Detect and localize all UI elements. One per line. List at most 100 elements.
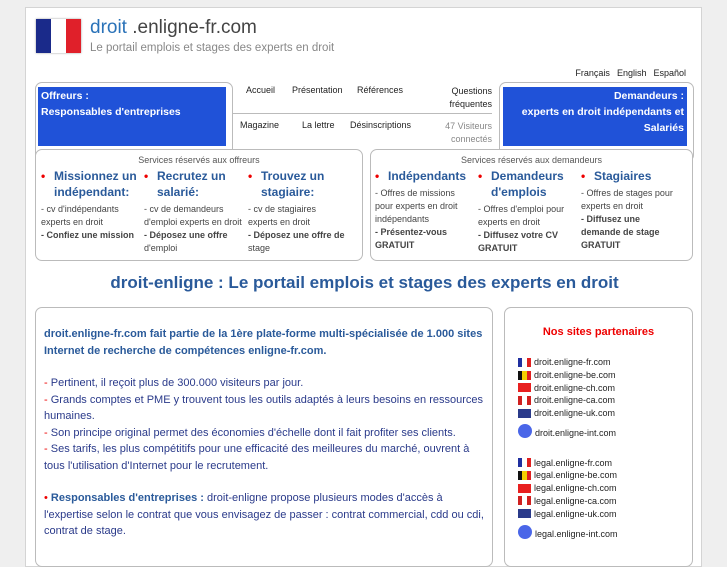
partner-link-label: legal.enligne-ca.com: [534, 495, 617, 506]
partner-link-legal-ch[interactable]: legal.enligne-ch.com: [505, 482, 692, 495]
be-flag-icon: [518, 470, 531, 480]
partner-link-label: legal.enligne-uk.com: [534, 508, 617, 519]
partner-link-legal-fr[interactable]: legal.enligne-fr.com: [505, 456, 692, 469]
service-heading[interactable]: Demandeursd'emplois: [478, 168, 578, 200]
service-line: d'emploi: [144, 243, 178, 253]
service-line: pour experts en droit: [375, 201, 458, 211]
service-line: - Offres d'emploi pour: [478, 204, 565, 214]
partner-link-legal-be[interactable]: legal.enligne-be.com: [505, 469, 692, 482]
offreurs-banner[interactable]: Offreurs : Responsables d'entreprises: [38, 87, 226, 146]
partner-link-droit-fr[interactable]: droit.enligne-fr.com: [505, 356, 692, 369]
partner-link-label: legal.enligne-int.com: [535, 528, 618, 539]
intro-text: droit.enligne-fr.com fait partie de la 1…: [44, 328, 483, 357]
nav-faq[interactable]: Questions fréquentes: [449, 85, 492, 111]
ca-flag-icon: [518, 496, 531, 506]
fr-flag-icon: [518, 458, 531, 468]
service-line: stage: [248, 243, 271, 253]
service-line: experts en droit: [478, 217, 541, 227]
service-col-stagiaires: Stagiaires - Offres de stages pour exper…: [581, 168, 689, 252]
partner-link-label: droit.enligne-ch.com: [534, 382, 616, 393]
ca-flag-icon: [518, 395, 531, 405]
page-heading: droit-enligne : Le portail emplois et st…: [110, 273, 619, 292]
demandeurs-banner[interactable]: Demandeurs : experts en droit indépendan…: [503, 87, 687, 146]
faq-line1: Questions: [451, 86, 492, 96]
partner-link-droit-be[interactable]: droit.enligne-be.com: [505, 369, 692, 382]
service-heading[interactable]: Indépendants: [375, 168, 475, 184]
partner-link-label: droit.enligne-int.com: [535, 428, 617, 439]
nav-lettre[interactable]: La lettre: [302, 120, 335, 130]
services-demandeurs-title: Services réservés aux demandeurs: [460, 155, 603, 165]
site-title[interactable]: droit .enligne-fr.com: [90, 17, 257, 39]
service-line: - cv d'indépendants: [41, 204, 119, 214]
service-col-independants: Indépendants - Offres de missions pour e…: [375, 168, 475, 252]
partner-link-droit-ca[interactable]: droit.enligne-ca.com: [505, 394, 692, 407]
free-label: GRATUIT: [478, 243, 518, 253]
main-nav: Accueil Présentation Références Question…: [233, 82, 498, 152]
service-action[interactable]: - Diffusez une: [581, 214, 640, 224]
visitors-line1: 47 Visiteurs: [445, 121, 492, 131]
responsables-paragraph: • Responsables d'entreprises : droit-enl…: [44, 492, 484, 537]
nav-divider: [233, 113, 492, 114]
nav-references[interactable]: Références: [357, 85, 403, 95]
services-offreurs-title: Services réservés aux offreurs: [138, 155, 260, 165]
free-label: GRATUIT: [375, 240, 415, 250]
service-line: - Offres de stages pour: [581, 188, 673, 198]
service-col-trouvez: Trouvez unstagiaire: - cv de stagiaires …: [248, 168, 358, 255]
service-line: - cv de demandeurs: [144, 204, 224, 214]
nav-magazine[interactable]: Magazine: [240, 120, 279, 130]
service-heading[interactable]: Trouvez unstagiaire:: [248, 168, 358, 200]
fr-flag-icon: [518, 357, 531, 367]
bullet: - Ses tarifs, les plus compétitifs pour …: [44, 443, 470, 472]
nav-presentation[interactable]: Présentation: [292, 85, 343, 95]
partner-link-legal-uk[interactable]: legal.enligne-uk.com: [505, 507, 692, 520]
service-action[interactable]: demande de stage: [581, 227, 660, 237]
lang-espanol[interactable]: Español: [653, 68, 686, 78]
partner-link-droit-uk[interactable]: droit.enligne-uk.com: [505, 407, 692, 420]
partner-link-label: legal.enligne-ch.com: [534, 483, 617, 494]
uk-flag-icon: [518, 509, 531, 519]
bullet: - Pertinent, il reçoit plus de 300.000 v…: [44, 377, 304, 389]
legal-partner-list: legal.enligne-fr.com legal.enligne-be.com…: [505, 456, 692, 539]
service-col-recrutez: Recrutez unsalarié: - cv de demandeurs d…: [144, 168, 254, 255]
droit-partner-list: droit.enligne-fr.com droit.enligne-be.com…: [505, 356, 692, 439]
ch-flag-icon: [518, 383, 531, 393]
demandeurs-line2: experts en droit indépendants et: [521, 106, 684, 118]
service-heading[interactable]: Missionnez unindépendant:: [41, 168, 146, 200]
service-line: - Offres de missions: [375, 188, 455, 198]
service-heading[interactable]: Recrutez unsalarié:: [144, 168, 254, 200]
faq-line2: fréquentes: [449, 99, 492, 109]
services-offreurs-panel: Services réservés aux offreurs Missionne…: [35, 149, 363, 261]
offreurs-line2: Responsables d'entreprises: [41, 106, 181, 118]
lang-francais[interactable]: Français: [575, 68, 610, 78]
partner-link-droit-int[interactable]: droit.enligne-int.com: [505, 419, 692, 439]
partner-link-label: droit.enligne-be.com: [534, 370, 616, 381]
ch-flag-icon: [518, 483, 531, 493]
uk-flag-icon: [518, 408, 531, 418]
visitors-line2: connectés: [450, 134, 492, 144]
main-content: droit.enligne-fr.com fait partie de la 1…: [35, 307, 493, 567]
service-action[interactable]: - Présentez-vous: [375, 227, 447, 237]
service-action[interactable]: - Confiez une mission: [41, 230, 134, 240]
language-links: Français English Español: [575, 68, 686, 78]
free-label: GRATUIT: [581, 240, 621, 250]
service-line: experts en droit: [41, 217, 104, 227]
globe-icon: [518, 424, 532, 439]
page-container: droit .enligne-fr.com Le portail emplois…: [25, 7, 702, 567]
service-action[interactable]: - Diffusez votre CV: [478, 230, 558, 240]
partner-link-label: droit.enligne-fr.com: [534, 357, 611, 368]
service-heading[interactable]: Stagiaires: [581, 168, 689, 184]
partner-link-droit-ch[interactable]: droit.enligne-ch.com: [505, 381, 692, 394]
title-bold: droit: [90, 17, 127, 38]
nav-desinscriptions[interactable]: Désinscriptions: [350, 120, 411, 130]
partner-sites-panel: Nos sites partenaires droit.enligne-fr.c…: [504, 307, 693, 567]
service-action[interactable]: - Déposez une offre de: [248, 230, 345, 240]
service-col-demandeurs: Demandeursd'emplois - Offres d'emploi po…: [478, 168, 578, 255]
demandeurs-line1: Demandeurs :: [613, 90, 684, 102]
lang-english[interactable]: English: [617, 68, 647, 78]
partner-link-label: droit.enligne-ca.com: [534, 395, 616, 406]
partner-link-legal-ca[interactable]: legal.enligne-ca.com: [505, 495, 692, 508]
partner-link-legal-int[interactable]: legal.enligne-int.com: [505, 520, 692, 539]
service-action[interactable]: - Déposez une offre: [144, 230, 228, 240]
nav-accueil[interactable]: Accueil: [246, 85, 275, 95]
services-demandeurs-panel: Services réservés aux demandeurs Indépen…: [370, 149, 693, 261]
